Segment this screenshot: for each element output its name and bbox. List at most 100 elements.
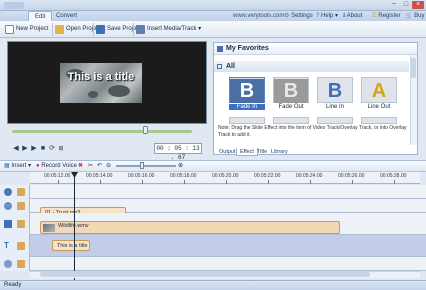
category-all-label: All xyxy=(226,63,235,70)
forward-icon[interactable]: ▶ xyxy=(30,145,38,153)
ruler-tick-label: 00:05:20.00 xyxy=(212,173,239,179)
effect-label: Fade In xyxy=(229,104,265,110)
playhead[interactable] xyxy=(74,172,75,280)
category-all[interactable]: All xyxy=(214,61,409,72)
seek-slider-handle[interactable] xyxy=(143,126,149,134)
zoom-slider-handle[interactable] xyxy=(140,162,144,169)
menu-register[interactable]: ⚿ Register xyxy=(372,11,401,21)
insert-media-button[interactable]: Insert Media/Track ▾ xyxy=(135,23,201,36)
track-overlay[interactable] xyxy=(0,257,426,271)
preview-frame xyxy=(60,63,142,103)
cart-icon: 🛒 xyxy=(405,13,413,19)
ruler-tick-label: 00:05:14.00 xyxy=(86,173,113,179)
gear-icon: ⚙ xyxy=(284,13,290,19)
lock-icon[interactable] xyxy=(17,220,25,228)
effect-fade-in[interactable]: B xyxy=(229,77,265,103)
loop-icon[interactable]: ⟳ xyxy=(48,145,56,153)
track-header xyxy=(0,185,30,199)
insert-icon: ▦ xyxy=(4,163,10,169)
cut-icon[interactable]: ✂ xyxy=(88,161,93,171)
toolbar-divider xyxy=(133,23,134,36)
menu-help[interactable]: ? Help ▾ xyxy=(316,11,338,21)
effect-thumbnail[interactable] xyxy=(361,117,397,124)
website-link[interactable]: www.verytools.com xyxy=(233,11,284,21)
lock-icon[interactable] xyxy=(17,202,25,210)
timecode-display: 00 : 05 : 13 . 67 xyxy=(154,143,202,161)
title-bar xyxy=(0,0,426,11)
lock-icon[interactable] xyxy=(17,260,25,268)
rewind-icon[interactable]: ◀ xyxy=(12,145,20,153)
delete-icon[interactable]: ✖ xyxy=(78,161,83,171)
effects-scroll-thumb[interactable] xyxy=(411,58,416,78)
lock-icon[interactable] xyxy=(17,188,25,196)
video-track-icon xyxy=(4,220,12,228)
effect-thumbnail[interactable] xyxy=(229,117,265,124)
track-header xyxy=(0,213,30,235)
close-button[interactable]: × xyxy=(412,1,424,9)
title-clip[interactable]: This is a title xyxy=(52,240,90,251)
tab-edit[interactable]: Edit xyxy=(28,11,53,21)
menu-about[interactable]: ℹ About xyxy=(343,11,362,21)
favorites-icon xyxy=(217,46,223,52)
stop-icon[interactable]: ■ xyxy=(39,145,47,153)
ruler-tick-label: 00:05:18.00 xyxy=(170,173,197,179)
tab-convert[interactable]: Convert xyxy=(50,11,83,21)
maximize-button[interactable]: □ xyxy=(400,1,412,9)
new-project-button[interactable]: New Project xyxy=(4,23,48,36)
quick-access-toolbar[interactable] xyxy=(4,2,24,9)
timeline-scroll-thumb[interactable] xyxy=(40,272,370,277)
video-thumbnail xyxy=(43,224,55,232)
effect-thumbnail[interactable] xyxy=(273,117,309,124)
insert-media-label: Insert Media/Track xyxy=(147,26,197,32)
favorites-header[interactable]: My Favorites xyxy=(214,43,417,55)
play-icon[interactable]: ▶ xyxy=(21,145,29,153)
menu-buy[interactable]: 🛒 Buy xyxy=(405,11,425,21)
film-icon xyxy=(136,25,145,34)
overlay-track-icon xyxy=(4,260,12,268)
toolbar-divider xyxy=(52,23,53,36)
track-empty[interactable] xyxy=(0,185,426,199)
fade-in-icon: B xyxy=(230,79,264,103)
line-out-icon: A xyxy=(371,80,387,102)
save-icon xyxy=(96,25,105,34)
effect-line-in[interactable]: B xyxy=(317,77,353,103)
track-header xyxy=(0,257,30,271)
preview-seek-bar[interactable] xyxy=(12,130,192,133)
audio-track-icon xyxy=(4,188,12,196)
record-voice-button[interactable]: ● Record Voice xyxy=(36,161,77,171)
tab-library[interactable]: Library xyxy=(268,148,291,156)
effect-fade-out[interactable]: B xyxy=(273,77,309,103)
help-icon: ? xyxy=(316,13,320,19)
record-voice-label: Record Voice xyxy=(41,163,77,169)
video-clip[interactable]: Wildlife.wmv xyxy=(40,221,340,234)
lock-icon[interactable] xyxy=(17,242,25,250)
new-file-icon xyxy=(5,25,14,34)
effect-label: Fade Out xyxy=(278,104,304,110)
folder-icon xyxy=(55,25,64,34)
undo-icon[interactable]: ↶ xyxy=(97,161,102,171)
ruler-line xyxy=(100,180,101,184)
insert-dropdown[interactable]: ▦ Insert ▾ xyxy=(4,161,31,171)
zoom-out-icon[interactable]: ⊖ xyxy=(106,161,111,171)
menu-buy-label: Buy xyxy=(414,13,425,19)
effect-label: Line In xyxy=(325,104,344,110)
effect-thumbnail[interactable] xyxy=(317,117,353,124)
text-track-icon: T xyxy=(4,241,9,250)
menu-settings[interactable]: ⚙ Settings xyxy=(284,11,313,21)
minimize-button[interactable]: − xyxy=(388,1,400,9)
preview-title-text: This is a title xyxy=(67,71,135,83)
effect-line-out[interactable]: A xyxy=(361,77,397,103)
ruler-tick-label: 00:05:12.00 xyxy=(44,173,71,179)
ruler-tick-label: 00:05:22.00 xyxy=(254,173,281,179)
ruler-line xyxy=(310,180,311,184)
zoom-in-icon[interactable]: ⊕ xyxy=(178,161,183,171)
ruler-tick-label: 00:05:26.00 xyxy=(338,173,365,179)
snapshot-icon[interactable]: ⊞ xyxy=(57,145,65,153)
new-project-label: New Project xyxy=(16,26,49,32)
key-icon: ⚿ xyxy=(372,13,377,19)
music-icon xyxy=(4,202,12,210)
zoom-slider[interactable] xyxy=(116,165,176,167)
menu-register-label: Register xyxy=(378,13,401,19)
toolbar-divider xyxy=(93,23,94,36)
record-icon: ● xyxy=(36,163,40,169)
